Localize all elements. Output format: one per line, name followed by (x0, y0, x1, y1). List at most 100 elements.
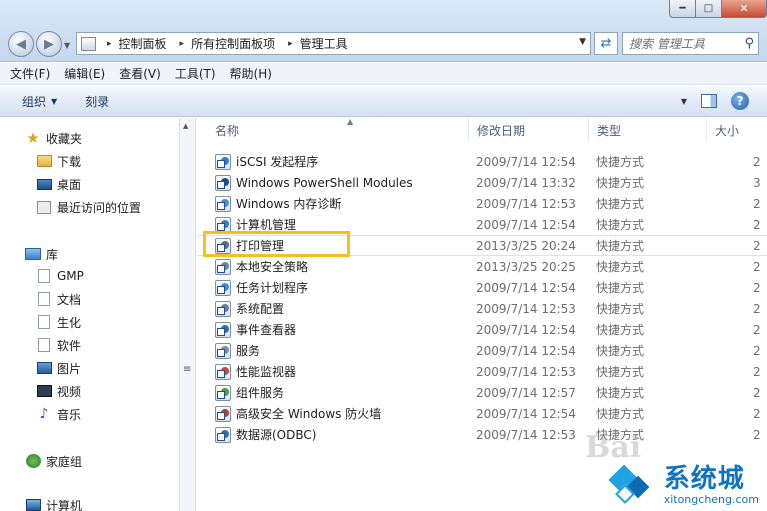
file-row[interactable]: 组件服务 2009/7/14 12:57 快捷方式 2 (197, 382, 767, 403)
menu-help[interactable]: 帮助(H) (230, 65, 272, 82)
nav-item-pictures[interactable]: 图片 (0, 358, 81, 378)
file-type: 快捷方式 (596, 155, 645, 169)
forward-button[interactable]: ▶ (36, 31, 62, 57)
menu-edit[interactable]: 编辑(E) (64, 65, 105, 82)
breadcrumb-separator[interactable]: ▸ (180, 39, 185, 49)
column-header-type[interactable]: 类型 (589, 118, 707, 142)
file-size: 3 (753, 175, 761, 190)
search-icon[interactable]: ⚲ (744, 36, 754, 51)
file-name-cell: 任务计划程序 (215, 279, 308, 296)
nav-item-label: 桌面 (57, 177, 82, 192)
breadcrumb-control-panel[interactable]: 控制面板 (119, 35, 167, 52)
nav-item-biochem[interactable]: 生化 (0, 312, 81, 332)
control-panel-icon (81, 36, 96, 51)
file-type: 快捷方式 (596, 344, 645, 358)
shortcut-icon (215, 195, 231, 212)
nav-item-gmp[interactable]: GMP (0, 266, 84, 286)
file-row[interactable]: 打印管理 2013/3/25 20:24 快捷方式 2 (197, 235, 767, 256)
file-size: 2 (753, 301, 761, 316)
back-button[interactable]: ◀ (8, 31, 34, 57)
file-name: 打印管理 (236, 239, 285, 253)
column-header-size[interactable]: 大小 (707, 118, 767, 142)
column-header-date[interactable]: 修改日期 (469, 118, 589, 142)
scroll-grip-icon[interactable]: ≡ (183, 364, 191, 375)
column-header-name[interactable]: 名称 ▲ (207, 118, 469, 142)
nav-item-videos[interactable]: 视频 (0, 381, 81, 401)
file-row[interactable]: 数据源(ODBC) 2009/7/14 12:53 快捷方式 2 (197, 424, 767, 445)
file-date: 2009/7/14 12:54 (476, 322, 576, 337)
shortcut-icon (215, 153, 231, 170)
file-type: 快捷方式 (596, 386, 645, 400)
navigation-pane: ★ 收藏夹 下载 桌面 最近访问的位置 库 GMP 文档 生化 软件 图片 视频 (0, 118, 180, 511)
preview-pane-icon[interactable] (701, 94, 717, 108)
menu-bar: 文件(F) 编辑(E) 查看(V) 工具(T) 帮助(H) (0, 63, 767, 85)
chevron-down-icon: ▼ (51, 96, 58, 106)
nav-item-software[interactable]: 软件 (0, 335, 81, 355)
file-row[interactable]: iSCSI 发起程序 2009/7/14 12:54 快捷方式 2 (197, 151, 767, 172)
file-row[interactable]: 事件查看器 2009/7/14 12:54 快捷方式 2 (197, 319, 767, 340)
file-name-cell: 数据源(ODBC) (215, 426, 316, 443)
homegroup-icon (25, 454, 41, 468)
column-name-label: 名称 (215, 123, 240, 138)
nav-favorites[interactable]: ★ 收藏夹 (0, 128, 82, 148)
file-size: 2 (753, 427, 761, 442)
shortcut-icon (215, 363, 231, 380)
recent-pages-dropdown[interactable]: ▼ (64, 41, 70, 50)
file-date: 2009/7/14 12:53 (476, 364, 576, 379)
nav-pane-scrollbar[interactable]: ▲ ≡ (180, 118, 196, 511)
nav-homegroup[interactable]: 家庭组 (0, 451, 82, 471)
nav-item-label: 下载 (57, 154, 82, 169)
window-chrome: ━ □ ✕ ◀ ▶ ▼ ▸ 控制面板 ▸ 所有控制面板项 ▸ 管理工具 ▼ ⇄ … (0, 0, 767, 62)
organize-label: 组织 (22, 94, 47, 109)
nav-item-documents[interactable]: 文档 (0, 289, 81, 309)
menu-tools[interactable]: 工具(T) (175, 65, 216, 82)
nav-libraries[interactable]: 库 (0, 244, 58, 264)
file-row[interactable]: 任务计划程序 2009/7/14 12:54 快捷方式 2 (197, 277, 767, 298)
nav-item-recent[interactable]: 最近访问的位置 (0, 197, 141, 217)
view-options-dropdown[interactable]: ▼ (681, 97, 687, 106)
nav-libraries-label: 库 (46, 247, 59, 262)
nav-item-label: 图片 (57, 361, 82, 376)
file-row[interactable]: 系统配置 2009/7/14 12:53 快捷方式 2 (197, 298, 767, 319)
file-row[interactable]: 本地安全策略 2013/3/25 20:25 快捷方式 2 (197, 256, 767, 277)
nav-item-label: GMP (57, 269, 84, 283)
nav-item-music[interactable]: ♪ 音乐 (0, 404, 81, 424)
pictures-icon (36, 361, 52, 375)
breadcrumb-admin-tools[interactable]: 管理工具 (300, 35, 348, 52)
file-row[interactable]: 服务 2009/7/14 12:54 快捷方式 2 (197, 340, 767, 361)
breadcrumb-all-items[interactable]: 所有控制面板项 (191, 35, 275, 52)
search-box[interactable]: 搜索 管理工具 ⚲ (622, 32, 759, 55)
file-row[interactable]: Windows PowerShell Modules 2009/7/14 13:3… (197, 172, 767, 193)
minimize-button[interactable]: ━ (669, 0, 696, 18)
file-name-cell: iSCSI 发起程序 (215, 153, 318, 170)
breadcrumb-separator[interactable]: ▸ (107, 39, 112, 49)
file-size: 2 (753, 343, 761, 358)
file-type: 快捷方式 (596, 365, 645, 379)
refresh-button[interactable]: ⇄ (594, 32, 618, 55)
file-row[interactable]: Windows 内存诊断 2009/7/14 12:53 快捷方式 2 (197, 193, 767, 214)
maximize-button[interactable]: □ (696, 0, 722, 18)
file-row[interactable]: 高级安全 Windows 防火墙 2009/7/14 12:54 快捷方式 2 (197, 403, 767, 424)
file-row[interactable]: 计算机管理 2009/7/14 12:54 快捷方式 2 (197, 214, 767, 235)
close-button[interactable]: ✕ (722, 0, 767, 18)
burn-button[interactable]: 刻录 (85, 93, 109, 110)
menu-file[interactable]: 文件(F) (10, 65, 50, 82)
search-input[interactable]: 搜索 管理工具 (629, 35, 705, 52)
nav-item-desktop[interactable]: 桌面 (0, 174, 81, 194)
change-view-icon[interactable] (655, 94, 671, 108)
shortcut-icon (215, 174, 231, 191)
address-bar[interactable]: ▸ 控制面板 ▸ 所有控制面板项 ▸ 管理工具 ▼ (76, 32, 591, 55)
scroll-up-icon[interactable]: ▲ (183, 122, 188, 130)
column-size-label: 大小 (715, 123, 740, 138)
menu-view[interactable]: 查看(V) (119, 65, 161, 82)
help-icon[interactable]: ? (731, 92, 749, 110)
file-name-cell: 打印管理 (215, 237, 284, 254)
file-size: 2 (753, 259, 761, 274)
address-dropdown-icon[interactable]: ▼ (579, 37, 586, 47)
nav-computer[interactable]: 计算机 (0, 495, 82, 511)
nav-item-downloads[interactable]: 下载 (0, 151, 81, 171)
breadcrumb-separator[interactable]: ▸ (288, 39, 293, 49)
file-date: 2009/7/14 12:53 (476, 196, 576, 211)
file-row[interactable]: 性能监视器 2009/7/14 12:53 快捷方式 2 (197, 361, 767, 382)
organize-button[interactable]: 组织 ▼ (22, 93, 57, 110)
